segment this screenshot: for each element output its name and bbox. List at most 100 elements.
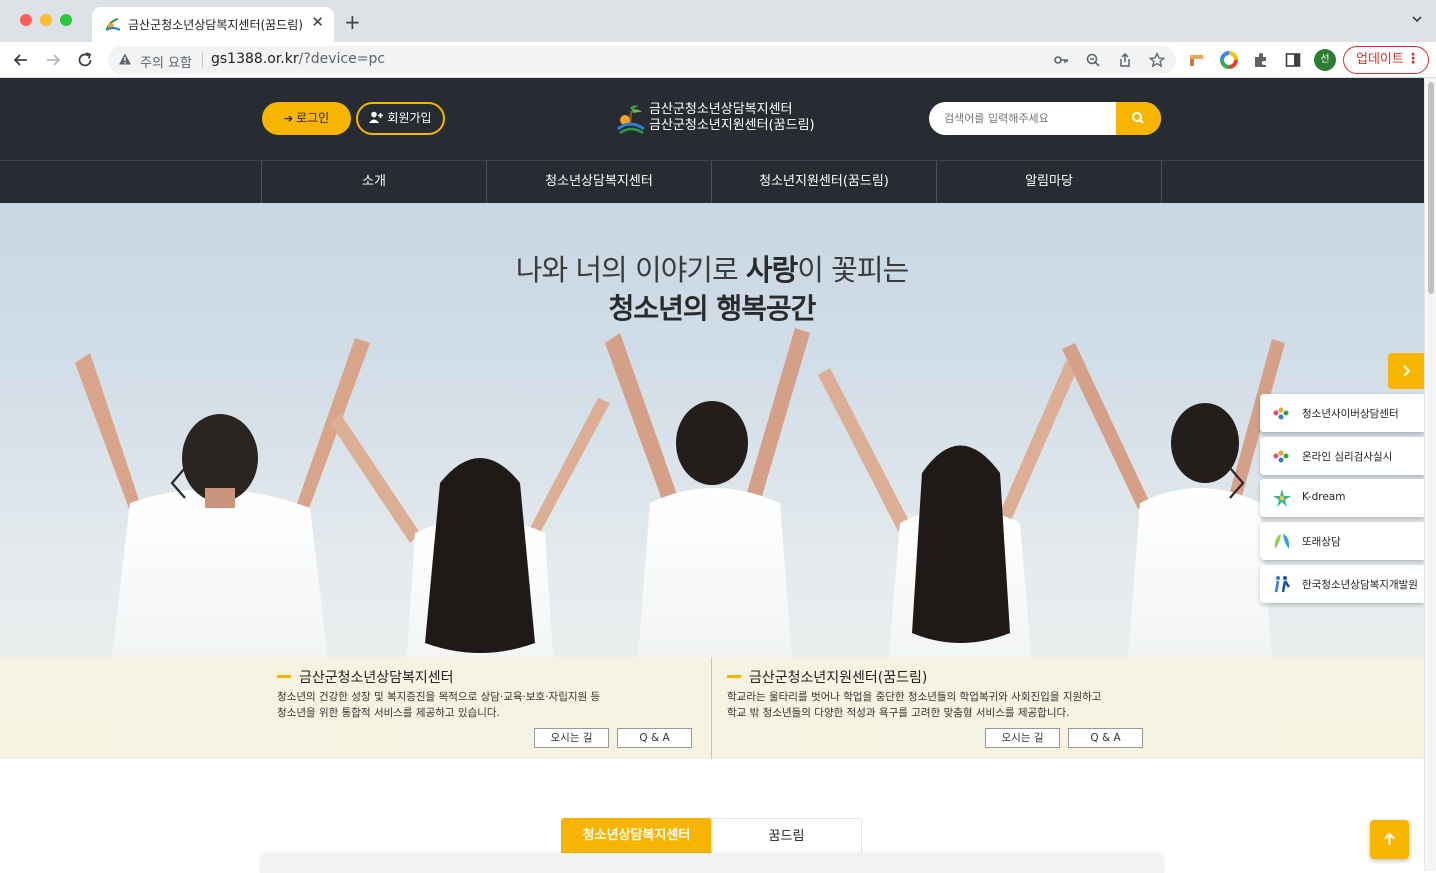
- logo-line-2: 금산군청소년지원센터(꿈드림): [649, 118, 815, 133]
- puzzle-extensions-icon[interactable]: [1252, 51, 1270, 69]
- site-logo-icon[interactable]: [617, 104, 645, 134]
- dream-info-title: 금산군청소년지원센터(꿈드림): [727, 667, 927, 687]
- scroll-to-top-button[interactable]: [1370, 820, 1409, 859]
- quick-link-cyber-counsel[interactable]: 청소년사이버상담센터: [1260, 394, 1424, 432]
- hero-line1-pre: 나와 너의 이야기로: [515, 253, 746, 287]
- nav-item-notice[interactable]: 알림마당: [936, 161, 1161, 204]
- quick-link-online-test[interactable]: 온라인 심리검사실시: [1260, 437, 1424, 475]
- back-arrow-icon[interactable]: [11, 50, 31, 70]
- window-maximize-button[interactable]: [60, 14, 72, 26]
- bookmark-star-icon[interactable]: [1149, 52, 1165, 68]
- nav-item-counseling-center[interactable]: 청소년상담복지센터: [486, 161, 711, 204]
- page-scrollbar[interactable]: [1424, 78, 1436, 871]
- share-icon[interactable]: [1117, 52, 1133, 68]
- slider-prev-arrow-icon[interactable]: [168, 465, 190, 501]
- dream-info-desc: 학교라는 울타리를 벗어나 학업을 중단한 청소년들의 학업복귀와 사회진입을 …: [727, 689, 1101, 721]
- join-button[interactable]: 회원가입: [356, 102, 445, 135]
- nav-item-intro[interactable]: 소개: [261, 161, 486, 204]
- quick-link-k-dream[interactable]: K-dream: [1260, 479, 1424, 517]
- peer-counsel-icon: [1274, 534, 1290, 549]
- browser-toolbar: 주의 요함 gs1388.or.kr/?device=pc 선 업데이트 ⋮: [0, 42, 1436, 78]
- quick-label: 청소년사이버상담센터: [1302, 408, 1399, 420]
- search-button[interactable]: [1116, 102, 1161, 135]
- join-label: 회원가입: [387, 111, 432, 125]
- search-input[interactable]: [929, 102, 1117, 135]
- quick-label: 또래상담: [1302, 536, 1341, 548]
- title-accent-bar: [277, 675, 291, 678]
- window-close-button[interactable]: [20, 14, 32, 26]
- hero-line1-post: 이 꽃피는: [797, 253, 909, 287]
- slider-next-arrow-icon[interactable]: [1225, 465, 1247, 501]
- quick-link-kyci[interactable]: 한국청소년상담복지개발원: [1260, 565, 1424, 603]
- info-divider: [711, 657, 712, 759]
- hero-subheadline: 청소년의 행복공간: [608, 292, 817, 325]
- center-info-band: 금산군청소년상담복지센터 청소년의 건강한 성장 및 복지증진을 목적으로 상담…: [0, 657, 1424, 759]
- side-panel-icon[interactable]: [1284, 51, 1302, 69]
- arrow-up-icon: [1384, 832, 1395, 845]
- tab-title: 금산군청소년상담복지센터(꿈드림): [128, 18, 303, 32]
- site-header: ➔ 로그인 회원가입 금산군청소년상담복지센터 금산군청소년지원센터(꿈드림): [0, 78, 1424, 160]
- browser-tab-bar: 금산군청소년상담복지센터(꿈드림) ✕ +: [0, 0, 1436, 42]
- tab-search-chevron-icon[interactable]: [1412, 14, 1422, 24]
- counseling-desc-line-2: 청소년을 위한 통합적 서비스를 제공하고 있습니다.: [277, 707, 500, 719]
- forward-arrow-icon[interactable]: [43, 50, 63, 70]
- site-logo-text[interactable]: 금산군청소년상담복지센터 금산군청소년지원센터(꿈드림): [649, 102, 815, 134]
- warning-triangle-icon[interactable]: [118, 52, 132, 66]
- dream-info-title-text: 금산군청소년지원센터(꿈드림): [749, 670, 928, 686]
- dream-desc-line-2: 학교 밖 청소년들의 다양한 적성과 욕구를 고려한 맞춤형 서비스를 제공합니…: [727, 707, 1070, 719]
- key-icon[interactable]: [1053, 52, 1069, 68]
- quick-label: K-dream: [1302, 491, 1346, 503]
- counseling-info-title-text: 금산군청소년상담복지센터: [299, 670, 454, 686]
- update-label: 업데이트: [1356, 52, 1404, 67]
- nav-item-dream-center[interactable]: 청소년지원센터(꿈드림): [711, 161, 936, 204]
- nav-divider: [1161, 161, 1162, 204]
- hero-line1-bold: 사랑: [745, 253, 798, 287]
- window-minimize-button[interactable]: [40, 14, 52, 26]
- browser-menu-icon[interactable]: ⋮: [1406, 47, 1420, 72]
- url-text[interactable]: gs1388.or.kr/?device=pc: [211, 51, 385, 67]
- main-navigation: 소개 청소년상담복지센터 청소년지원센터(꿈드림) 알림마당: [0, 160, 1424, 204]
- login-arrow-icon: ➔: [283, 112, 294, 125]
- dream-directions-button[interactable]: 오시는 길: [985, 728, 1060, 748]
- search-icon: [1132, 112, 1144, 124]
- site-favicon-icon: [105, 18, 121, 31]
- quick-label: 한국청소년상담복지개발원: [1302, 579, 1418, 591]
- url-host: gs1388.or.kr: [211, 51, 299, 67]
- url-path: /?device=pc: [298, 51, 386, 67]
- scrollbar-thumb[interactable]: [1428, 82, 1434, 294]
- logo-line-1: 금산군청소년상담복지센터: [649, 102, 793, 117]
- kyci-icon: [1274, 576, 1291, 593]
- browser-tab-active[interactable]: 금산군청소년상담복지센터(꿈드림) ✕: [92, 7, 334, 42]
- chevron-right-icon: [1403, 365, 1411, 377]
- color-wheel-extension-icon[interactable]: [1220, 51, 1238, 69]
- security-warning-label[interactable]: 주의 요함: [140, 52, 192, 71]
- profile-avatar[interactable]: 선: [1314, 49, 1336, 71]
- reload-icon[interactable]: [75, 50, 95, 70]
- k-dream-icon: [1273, 489, 1291, 507]
- counseling-info-title: 금산군청소년상담복지센터: [277, 667, 454, 687]
- online-test-icon: [1273, 450, 1289, 463]
- counseling-center-info: 금산군청소년상담복지센터 청소년의 건강한 성장 및 복지증진을 목적으로 상담…: [277, 657, 697, 759]
- title-accent-bar: [727, 675, 741, 678]
- extension-pin-icon[interactable]: [1188, 51, 1206, 69]
- update-button[interactable]: 업데이트 ⋮: [1343, 46, 1429, 74]
- tab-dream[interactable]: 꿈드림: [711, 818, 862, 854]
- quick-link-peer-counsel[interactable]: 또래상담: [1260, 522, 1424, 560]
- address-bar[interactable]: 주의 요함 gs1388.or.kr/?device=pc: [108, 46, 1176, 74]
- tab-content-panel: [260, 853, 1164, 873]
- quick-label: 온라인 심리검사실시: [1302, 451, 1393, 463]
- quick-menu-toggle[interactable]: [1388, 353, 1424, 389]
- address-divider: [202, 52, 203, 68]
- user-plus-icon: [369, 111, 384, 123]
- tab-close-icon[interactable]: ✕: [311, 13, 324, 31]
- counseling-directions-button[interactable]: 오시는 길: [534, 728, 609, 748]
- site-search: [929, 102, 1161, 135]
- counseling-qa-button[interactable]: Q & A: [617, 728, 692, 748]
- dream-qa-button[interactable]: Q & A: [1068, 728, 1143, 748]
- login-button[interactable]: ➔ 로그인: [262, 102, 351, 135]
- zoom-icon[interactable]: [1085, 52, 1101, 68]
- new-tab-button[interactable]: +: [344, 10, 361, 34]
- dream-desc-line-1: 학교라는 울타리를 벗어나 학업을 중단한 청소년들의 학업복귀와 사회진입을 …: [727, 691, 1102, 703]
- tab-counseling-center[interactable]: 청소년상담복지센터: [561, 818, 712, 854]
- counseling-info-desc: 청소년의 건강한 성장 및 복지증진을 목적으로 상담·교육·보호·자립지원 등…: [277, 689, 600, 721]
